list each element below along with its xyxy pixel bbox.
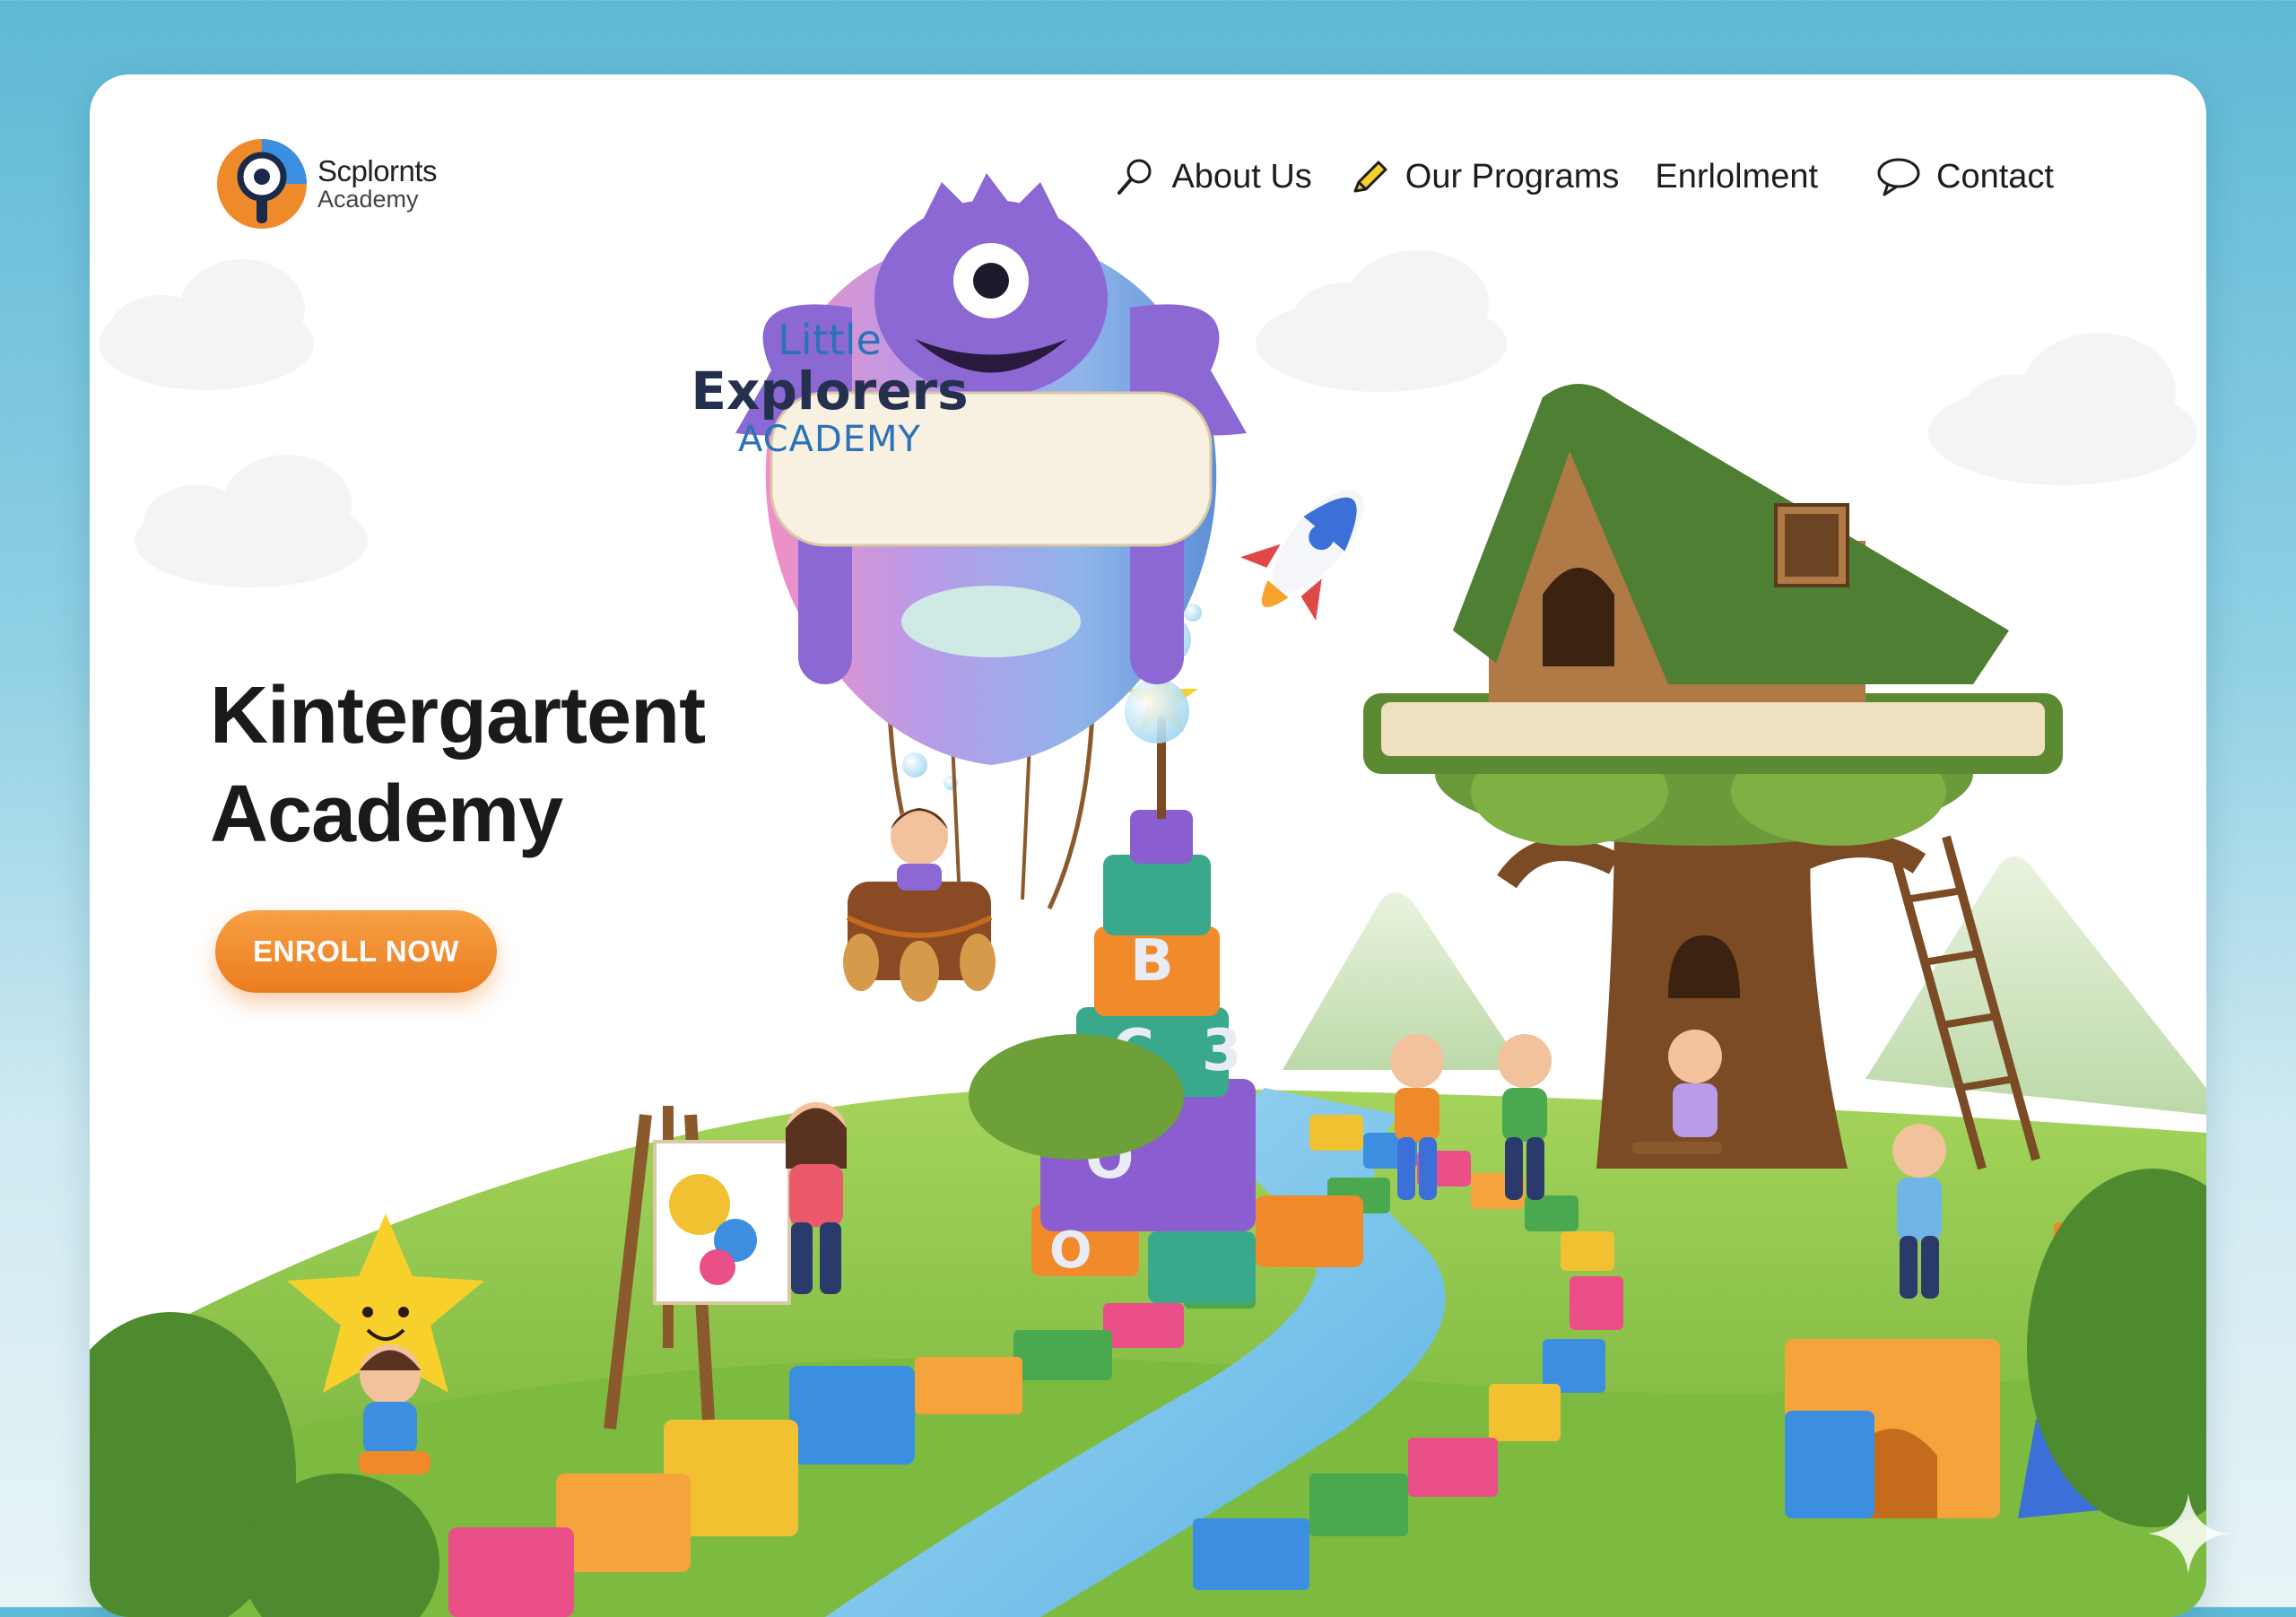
balloon-line1: Little [778, 316, 882, 364]
nav-enrolment[interactable]: Enrlolment [1655, 158, 1818, 196]
brand-sub: Academy [317, 186, 419, 213]
nav-about-us[interactable]: About Us [1114, 155, 1312, 198]
hero-title: Kintergartent Academy [210, 666, 706, 864]
nav-our-programs[interactable]: Our Programs [1348, 155, 1620, 198]
nav-about-us-label: About Us [1171, 157, 1312, 196]
magnifier-logo-icon [217, 139, 307, 229]
svg-text:B: B [1130, 928, 1174, 995]
main-nav: About Us Our Programs Enrlolment Contact [1078, 155, 2054, 198]
letter-blocks-tower [1031, 662, 1363, 1303]
balloon-banner: Little Explorers ACADEMY [673, 317, 987, 460]
speech-bubble-icon [1877, 158, 1920, 196]
brand-logo[interactable]: Scplornts Academy [215, 137, 438, 230]
hero-title-line1: Kintergartent [210, 671, 706, 761]
sparkle-icon [2148, 1493, 2229, 1574]
cloud-left-top [99, 259, 314, 390]
brand-name: Scplornts [317, 154, 438, 187]
page-card: B C 3 O O [90, 74, 2206, 1617]
hero-title-line2: Academy [210, 769, 563, 859]
nav-enrolment-label: Enrlolment [1655, 157, 1819, 196]
nav-contact-label: Contact [1936, 157, 2054, 196]
rocket-icon [1239, 490, 1364, 621]
nav-our-programs-label: Our Programs [1405, 157, 1620, 196]
pencil-icon [1353, 161, 1387, 193]
balloon-line3: ACADEMY [738, 419, 921, 460]
magnifier-icon [1118, 159, 1152, 195]
enroll-now-button[interactable]: ENROLL NOW [215, 910, 497, 993]
cloud-left-mid [135, 455, 368, 587]
cloud-center [1256, 250, 1507, 392]
svg-text:3: 3 [1202, 1018, 1242, 1084]
cloud-right [1928, 333, 2197, 485]
svg-text:O: O [1049, 1221, 1092, 1280]
nav-contact[interactable]: Contact [1875, 155, 2054, 198]
balloon-line2: Explorers [691, 361, 969, 422]
